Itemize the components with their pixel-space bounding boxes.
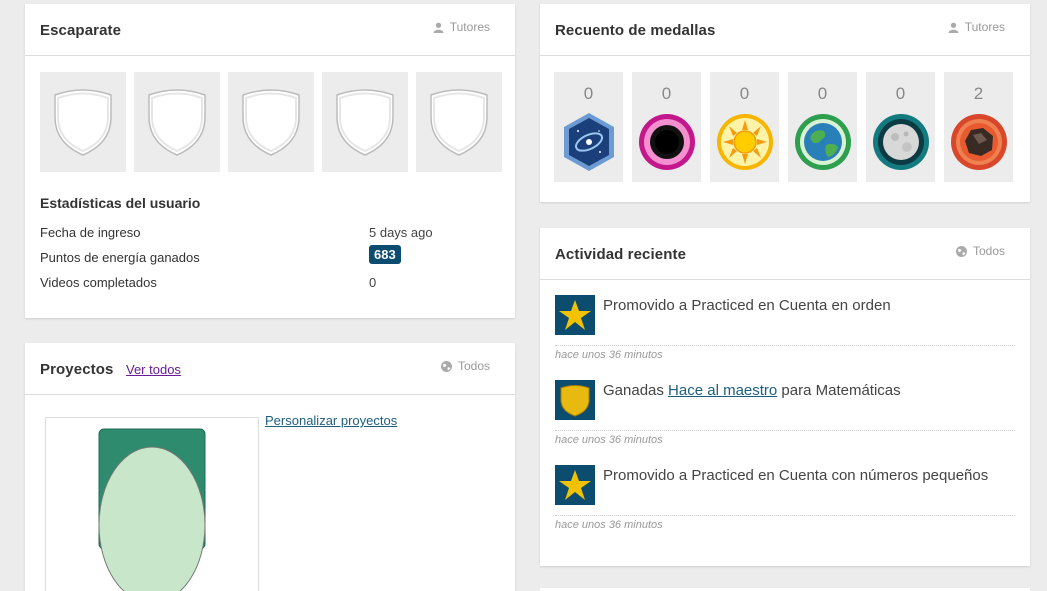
user-icon bbox=[948, 22, 959, 33]
recent-activity-privacy[interactable]: Todos bbox=[955, 244, 1005, 258]
showcase-slot[interactable] bbox=[322, 72, 408, 172]
badge-count-privacy-label: Tutores bbox=[964, 20, 1005, 34]
energy-points-badge: 683 bbox=[369, 245, 401, 264]
badge-count: 0 bbox=[895, 84, 906, 103]
star-icon bbox=[555, 465, 595, 505]
activity-text-prefix: Ganadas bbox=[603, 382, 669, 399]
empty-shield-icon bbox=[148, 89, 206, 156]
activity-text: Promovido a Practiced en Cuenta con núme… bbox=[603, 467, 989, 484]
stat-value: 5 days ago bbox=[369, 225, 433, 240]
showcase-header: Escaparate Tutores bbox=[25, 4, 515, 56]
project-placeholder-image bbox=[98, 428, 206, 591]
recent-activity-card: Actividad reciente Todos Promovido a Pra… bbox=[540, 228, 1030, 566]
projects-title: Proyectos bbox=[40, 361, 114, 378]
badge-count-list: 0 0 0 0 0 2 bbox=[554, 72, 1013, 182]
activity-time: hace unos 36 minutos bbox=[555, 345, 1015, 361]
badge-black-hole[interactable]: 0 bbox=[866, 72, 935, 182]
showcase-privacy[interactable]: Tutores bbox=[433, 20, 490, 34]
showcase-slot[interactable] bbox=[134, 72, 220, 172]
user-icon bbox=[433, 22, 444, 33]
badge-challenge-patch[interactable]: 2 bbox=[944, 72, 1013, 182]
badge-link-hace-al-maestro[interactable]: Hace al maestro bbox=[668, 382, 777, 399]
showcase-slot[interactable] bbox=[228, 72, 314, 172]
projects-privacy-label: Todos bbox=[457, 359, 490, 373]
badge-earth[interactable]: 0 bbox=[710, 72, 779, 182]
customize-projects-link[interactable]: Personalizar proyectos bbox=[265, 413, 397, 428]
recent-activity-privacy-label: Todos bbox=[972, 244, 1005, 258]
globe-icon bbox=[955, 245, 967, 257]
badge-count-card: Recuento de medallas Tutores 0 0 0 0 0 2 bbox=[540, 4, 1030, 202]
badge-count-title: Recuento de medallas bbox=[555, 22, 716, 39]
projects-header: Proyectos Ver todos Todos bbox=[25, 343, 515, 395]
badge-sun[interactable]: 0 bbox=[788, 72, 857, 182]
badge-count-header: Recuento de medallas Tutores bbox=[540, 4, 1030, 56]
showcase-privacy-label: Tutores bbox=[449, 20, 490, 34]
stat-label: Videos completados bbox=[40, 275, 157, 290]
badge-count-privacy[interactable]: Tutores bbox=[948, 20, 1005, 34]
earth-badge-icon bbox=[795, 114, 851, 170]
projects-card: Proyectos Ver todos Todos Personalizar p… bbox=[25, 343, 515, 591]
recent-activity-title: Actividad reciente bbox=[555, 246, 687, 263]
stat-label: Fecha de ingreso bbox=[40, 225, 141, 240]
badge-count: 2 bbox=[973, 84, 984, 103]
showcase-slots bbox=[40, 72, 502, 172]
user-stats-title: Estadísticas del usuario bbox=[40, 195, 201, 211]
badge-count: 0 bbox=[583, 84, 594, 103]
sun-badge-icon bbox=[717, 114, 773, 170]
globe-icon bbox=[440, 360, 452, 372]
empty-shield-icon bbox=[54, 89, 112, 156]
showcase-title: Escaparate bbox=[40, 22, 122, 39]
badge-count: 0 bbox=[817, 84, 828, 103]
badge-meteorite[interactable]: 0 bbox=[554, 72, 623, 182]
stat-label: Puntos de energía ganados bbox=[40, 250, 200, 265]
recent-activity-header: Actividad reciente Todos bbox=[540, 228, 1030, 280]
meteorite-badge-icon bbox=[564, 113, 614, 171]
showcase-card: Escaparate Tutores Estadísticas del usua… bbox=[25, 4, 515, 318]
projects-privacy[interactable]: Todos bbox=[440, 359, 490, 373]
empty-shield-icon bbox=[242, 89, 300, 156]
black-hole-badge-icon bbox=[639, 114, 695, 170]
activity-text-suffix: para Matemáticas bbox=[777, 382, 901, 399]
activity-time: hace unos 36 minutos bbox=[555, 515, 1015, 531]
star-icon bbox=[555, 295, 595, 335]
stat-value: 0 bbox=[369, 275, 377, 290]
view-all-projects-link[interactable]: Ver todos bbox=[126, 362, 181, 377]
activity-text: Promovido a Practiced en Cuenta en orden bbox=[603, 297, 891, 314]
badge-count: 0 bbox=[661, 84, 672, 103]
activity-text: Ganadas Hace al maestro para Matemáticas bbox=[603, 381, 901, 401]
activity-time: hace unos 36 minutos bbox=[555, 430, 1015, 446]
showcase-slot[interactable] bbox=[40, 72, 126, 172]
project-thumbnail[interactable] bbox=[45, 417, 259, 591]
showcase-slot[interactable] bbox=[416, 72, 502, 172]
empty-shield-icon bbox=[430, 89, 488, 156]
moon-badge-icon bbox=[873, 114, 929, 170]
badge-moon[interactable]: 0 bbox=[632, 72, 701, 182]
rock-badge-icon bbox=[951, 114, 1007, 170]
shield-badge-icon bbox=[555, 380, 595, 420]
badge-count: 0 bbox=[739, 84, 750, 103]
empty-shield-icon bbox=[336, 89, 394, 156]
